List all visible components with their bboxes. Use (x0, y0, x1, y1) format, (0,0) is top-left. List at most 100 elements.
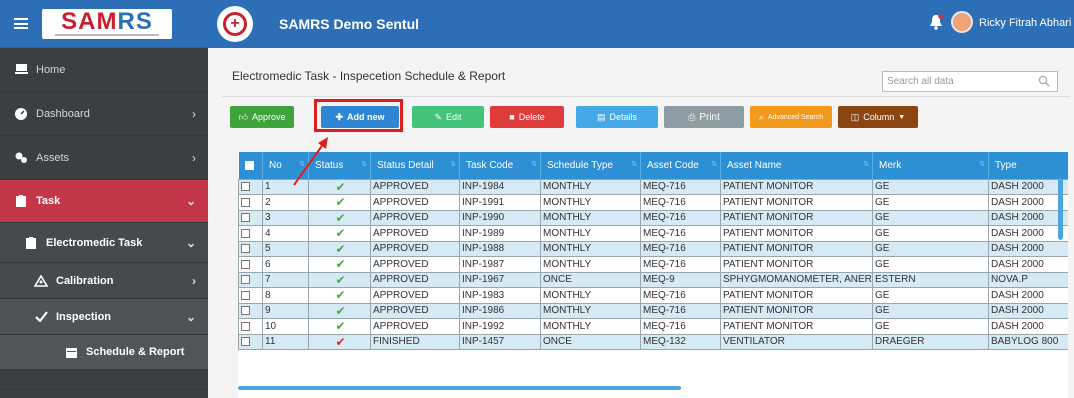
table-cell: PATIENT MONITOR (720, 178, 873, 195)
column-header[interactable]: No ⇅ (262, 152, 309, 179)
trash-icon: ■ (509, 112, 515, 122)
details-button[interactable]: ▤ Details (576, 106, 658, 128)
row-checkbox[interactable] (238, 240, 263, 257)
table-cell: GE (872, 225, 989, 242)
medical-cross-icon: + (223, 12, 247, 36)
row-checkbox[interactable] (238, 209, 263, 226)
column-header[interactable]: Merk ⇅ (872, 152, 989, 179)
table-cell: PATIENT MONITOR (720, 225, 873, 242)
check-icon: ✔ (335, 303, 346, 318)
row-checkbox[interactable] (238, 302, 263, 319)
status-check-icon: ✔ (308, 256, 371, 273)
sidebar-header: SAMRS (0, 0, 208, 48)
details-label: Details (609, 112, 638, 122)
column-header[interactable]: Asset Code ⇅ (640, 152, 721, 179)
divider (222, 96, 1070, 97)
row-checkbox[interactable] (238, 256, 263, 273)
table-cell: 10 (262, 318, 309, 335)
column-header[interactable]: Task Code ⇅ (459, 152, 541, 179)
check-icon: ✔ (335, 288, 346, 303)
check-icon: ✔ (335, 257, 346, 272)
table-cell: MEQ-716 (640, 194, 721, 211)
thumbs-up-icon: 👍︎ (238, 111, 248, 122)
table-row[interactable]: 1 ✔ APPROVED INP-1984 MONTHLY MEQ-716 PATIENT … (238, 178, 1068, 195)
table-cell: APPROVED (370, 209, 460, 226)
column-header[interactable]: Asset Name ⇅ (720, 152, 873, 179)
table-row[interactable]: 6 ✔ APPROVED INP-1987 MONTHLY MEQ-716 PATIENT … (238, 256, 1068, 273)
user-name[interactable]: Ricky Fitrah Abhari (979, 17, 1071, 29)
table-row[interactable]: 2 ✔ APPROVED INP-1991 MONTHLY MEQ-716 PATIENT … (238, 194, 1068, 211)
table-cell: APPROVED (370, 302, 460, 319)
table-row[interactable]: 4 ✔ APPROVED INP-1989 MONTHLY MEQ-716 PATIENT … (238, 225, 1068, 242)
sidebar-item-partial[interactable] (0, 370, 208, 390)
sidebar-item-label: Schedule & Report (86, 346, 185, 358)
check-icon (34, 311, 48, 323)
table-row[interactable]: 9 ✔ APPROVED INP-1986 MONTHLY MEQ-716 PATIENT … (238, 302, 1068, 319)
table-cell: GE (872, 318, 989, 335)
select-all-checkbox[interactable] (238, 152, 263, 179)
sidebar-item-dashboard[interactable]: Dashboard › (0, 92, 208, 136)
bell-icon[interactable] (929, 14, 943, 30)
sidebar-item-inspection[interactable]: Inspection ⌄ (0, 299, 208, 335)
sidebar: SAMRS Home Dashboard › Assets › Task ⌄ E… (0, 0, 208, 398)
advanced-search-button[interactable]: ⌕ Advanced Search (750, 106, 832, 128)
print-button[interactable]: ⎙ Print (664, 106, 744, 128)
column-button[interactable]: ◫ Column ▼ (838, 106, 918, 128)
table-cell: MEQ-716 (640, 178, 721, 195)
row-checkbox[interactable] (238, 194, 263, 211)
table-cell: DASH 2000 (988, 318, 1068, 335)
row-checkbox[interactable] (238, 178, 263, 195)
table-row[interactable]: 8 ✔ APPROVED INP-1983 MONTHLY MEQ-716 PATIENT … (238, 287, 1068, 304)
sidebar-item-schedule-report[interactable]: Schedule & Report (0, 335, 208, 370)
table-cell: INP-1967 (459, 271, 541, 288)
sidebar-item-electromedic-task[interactable]: Electromedic Task ⌄ (0, 223, 208, 263)
status-check-icon: ✔ (308, 225, 371, 242)
edit-icon: ✎ (434, 111, 443, 122)
edit-button[interactable]: ✎ Edit (412, 106, 484, 128)
table-cell: MEQ-716 (640, 287, 721, 304)
table-cell: PATIENT MONITOR (720, 287, 873, 304)
column-header[interactable]: Type (988, 152, 1068, 179)
table-row[interactable]: 7 ✔ APPROVED INP-1967 ONCE MEQ-9 SPHYGMOMANOME… (238, 271, 1068, 288)
main-content: Electromedic Task - Inspecetion Schedule… (208, 48, 1074, 398)
vertical-scrollbar[interactable] (1058, 178, 1063, 240)
column-header[interactable]: Schedule Type ⇅ (540, 152, 641, 179)
sidebar-item-calibration[interactable]: Calibration › (0, 263, 208, 299)
row-checkbox[interactable] (238, 333, 263, 350)
approve-button[interactable]: 👍︎ Approve (230, 106, 294, 128)
table-row[interactable]: 11 ✔ FINISHED INP-1457 ONCE MEQ-132 VENTILATOR… (238, 333, 1068, 350)
row-checkbox[interactable] (238, 318, 263, 335)
table-cell: 4 (262, 225, 309, 242)
search-input[interactable] (882, 71, 1058, 92)
top-bar: + SAMRS Demo Sentul Ricky Fitrah Abhari (208, 0, 1074, 48)
table-cell: DASH 2000 (988, 240, 1068, 257)
table-row[interactable]: 3 ✔ APPROVED INP-1990 MONTHLY MEQ-716 PATIENT … (238, 209, 1068, 226)
status-check-icon: ✔ (308, 209, 371, 226)
hamburger-icon[interactable] (14, 18, 28, 29)
table-row[interactable]: 5 ✔ APPROVED INP-1988 MONTHLY MEQ-716 PATIENT … (238, 240, 1068, 257)
check-icon: ✔ (335, 334, 346, 349)
data-table: No ⇅ Status ⇅ Status Detail ⇅ Task Code ⇅ Sc… (238, 152, 1068, 398)
column-header[interactable]: Status ⇅ (308, 152, 371, 179)
horizontal-scrollbar[interactable] (238, 386, 681, 390)
avatar[interactable] (951, 11, 973, 33)
table-cell: 11 (262, 333, 309, 350)
task-icon (24, 236, 38, 249)
task-icon (14, 195, 28, 207)
table-cell: MONTHLY (540, 256, 641, 273)
table-cell: APPROVED (370, 194, 460, 211)
search-icon[interactable] (1038, 75, 1050, 87)
sidebar-item-assets[interactable]: Assets › (0, 136, 208, 180)
column-header[interactable]: Status Detail ⇅ (370, 152, 460, 179)
table-body: 1 ✔ APPROVED INP-1984 MONTHLY MEQ-716 PATIENT … (238, 178, 1068, 350)
delete-button[interactable]: ■ Delete (490, 106, 564, 128)
sidebar-item-home[interactable]: Home (0, 48, 208, 92)
row-checkbox[interactable] (238, 225, 263, 242)
sidebar-item-task[interactable]: Task ⌄ (0, 180, 208, 223)
table-cell: INP-1983 (459, 287, 541, 304)
table-row[interactable]: 10 ✔ APPROVED INP-1992 MONTHLY MEQ-716 PATIENT… (238, 318, 1068, 335)
row-checkbox[interactable] (238, 287, 263, 304)
brand-logo: + (217, 6, 253, 42)
row-checkbox[interactable] (238, 271, 263, 288)
table-cell: GE (872, 194, 989, 211)
